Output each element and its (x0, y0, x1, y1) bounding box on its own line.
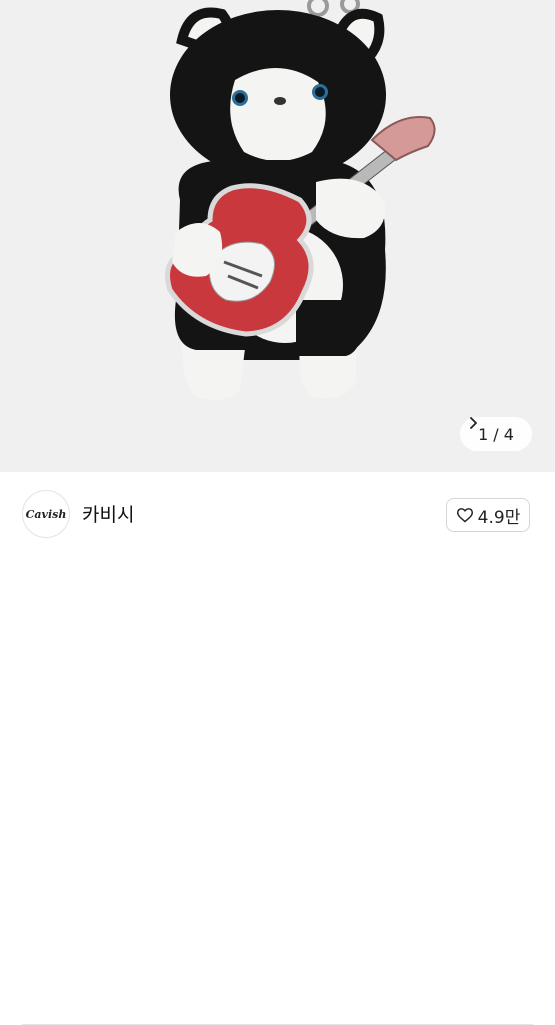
seller-logo-text: Cavish (25, 507, 67, 521)
heart-outline-icon (456, 508, 473, 523)
product-image[interactable]: 1 / 4 (0, 0, 555, 472)
seller-name[interactable]: 카비시 (82, 500, 134, 527)
like-count: 4.9만 (477, 507, 521, 528)
like-button[interactable]: 4.9만 (446, 498, 530, 532)
seller-info-bar: Cavish 카비시 4.9만 (0, 472, 555, 1025)
image-counter-current: 1 (478, 424, 489, 444)
image-counter-separator: / (493, 424, 499, 444)
image-counter-badge[interactable]: 1 / 4 (460, 417, 532, 451)
chevron-right-icon (470, 417, 477, 429)
cat-plush-illustration (165, 0, 436, 400)
image-counter-total: 4 (503, 424, 514, 444)
seller-avatar[interactable]: Cavish (22, 490, 70, 538)
